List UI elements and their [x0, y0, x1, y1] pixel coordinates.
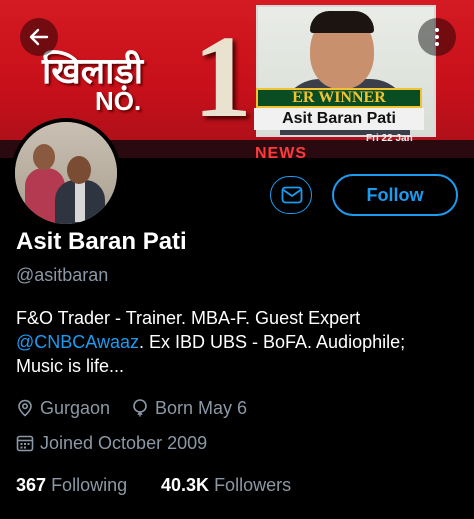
banner-number: 1 — [193, 11, 252, 142]
banner-portrait-hair — [310, 11, 374, 33]
joined-item: Joined October 2009 — [16, 433, 207, 454]
banner-no-text: NO. — [95, 86, 142, 116]
joined-text: Joined October 2009 — [40, 433, 208, 453]
location-text: Gurgaon — [40, 398, 111, 418]
birthday-text: Born May 6 — [155, 398, 248, 418]
following-count: 367 — [16, 475, 47, 495]
bio-text-part1: F&O Trader - Trainer. MBA-F. Guest Exper… — [16, 308, 361, 328]
location-item: Gurgaon — [16, 398, 110, 419]
follow-button[interactable]: Follow — [332, 174, 458, 216]
birthday-item: Born May 6 — [131, 398, 247, 419]
display-name: Asit Baran Pati — [16, 228, 187, 255]
followers-label: Followers — [214, 475, 292, 495]
banner-winner-strap: ER WINNER — [256, 88, 422, 108]
banner-news-text: NEWS — [255, 145, 307, 158]
avatar-person-right-head — [67, 156, 91, 184]
calendar-icon — [16, 435, 34, 452]
banner-name-caption: Asit Baran Pati — [254, 108, 424, 130]
avatar[interactable] — [11, 118, 121, 228]
banner-date: Fri 22 Jan — [366, 133, 413, 144]
bio-mention-link[interactable]: @CNBCAwaaz — [16, 332, 139, 352]
message-button[interactable] — [270, 176, 312, 214]
location-icon — [18, 399, 32, 417]
profile-bio: F&O Trader - Trainer. MBA-F. Guest Exper… — [16, 306, 456, 378]
avatar-person-right-shirt — [75, 182, 85, 222]
back-button[interactable] — [20, 18, 58, 56]
balloon-icon — [133, 399, 147, 417]
mail-icon — [281, 186, 303, 204]
following-link[interactable]: 367 Following — [16, 475, 127, 496]
followers-link[interactable]: 40.3K Followers — [161, 475, 291, 496]
more-options-button[interactable] — [418, 18, 456, 56]
following-label: Following — [51, 475, 128, 495]
arrow-left-icon — [29, 28, 49, 46]
username-handle: @asitbaran — [16, 265, 109, 285]
followers-count: 40.3K — [161, 475, 210, 495]
avatar-person-left-head — [33, 144, 55, 170]
more-vertical-icon — [435, 28, 439, 46]
